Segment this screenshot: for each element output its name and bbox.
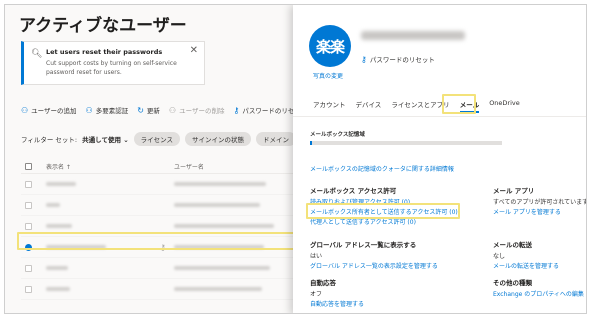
panel-tabs: アカウント デバイス ライセンスとアプリ メール OneDrive [313, 99, 520, 113]
row-checkbox[interactable] [25, 201, 32, 209]
display-name-cell [46, 182, 174, 186]
forwarding-value: なし [493, 253, 506, 260]
gal-title: グローバル アドレス一覧に表示する [310, 241, 417, 249]
panel-reset-password-button[interactable]: ⚷ パスワードのリセット [361, 54, 435, 65]
auto-reply-title: 自動応答 [310, 279, 336, 287]
delete-user-label: ユーザーの削除 [179, 107, 225, 115]
screenshot-frame: アクティブなユーザー 🔍︎ Let users reset their pass… [4, 4, 587, 314]
users-table: 表示名 ↑ ユーザー名 ⚷ [21, 160, 305, 300]
filter-pill-signin[interactable]: サインインの状態 [185, 132, 252, 146]
banner-description: Cut support costs by turning on self-ser… [46, 60, 177, 76]
person-add-icon: ⚇ [21, 105, 29, 115]
row-checkbox[interactable] [25, 180, 32, 188]
mailbox-storage-label: メールボックス記憶域 [310, 132, 365, 138]
mail-apps-title: メール アプリ [493, 187, 535, 195]
table-row[interactable] [21, 279, 305, 300]
display-name-cell [46, 266, 174, 270]
mailbox-storage-fill [310, 141, 312, 145]
banner-title[interactable]: Let users reset their passwords [46, 48, 162, 56]
add-user-label: ユーザーの追加 [31, 107, 77, 115]
mfa-button[interactable]: ⚇ 多要素認証 [86, 104, 129, 116]
display-name-cell [46, 287, 174, 291]
row-checkbox[interactable] [25, 222, 32, 230]
selected-user-highlight [17, 232, 309, 250]
row-checkbox[interactable] [25, 285, 32, 293]
column-display-name[interactable]: 表示名 ↑ [46, 162, 174, 171]
tab-devices[interactable]: デバイス [356, 99, 382, 113]
key-icon: ⚷ [233, 105, 240, 115]
table-row[interactable] [21, 195, 305, 216]
table-header: 表示名 ↑ ユーザー名 [21, 160, 305, 174]
manage-mail-apps-link[interactable]: メール アプリを管理する [493, 207, 561, 216]
filter-set-dropdown[interactable]: 共通して使用 ⌄ [82, 134, 129, 144]
filter-set-value: 共通して使用 [82, 136, 121, 144]
auto-reply-value: オフ [310, 291, 323, 298]
mailbox-storage-bar [310, 141, 502, 145]
mfa-label: 多要素認証 [95, 107, 129, 115]
active-users-page: アクティブなユーザー 🔍︎ Let users reset their pass… [5, 5, 329, 313]
refresh-button[interactable]: ↻ 更新 [137, 104, 160, 116]
display-name-cell [46, 224, 174, 228]
filter-pill-license[interactable]: ライセンス [133, 132, 181, 146]
username-cell [174, 203, 305, 207]
chevron-down-icon: ⌄ [123, 136, 129, 144]
mail-tab-highlight [442, 94, 476, 114]
panel-reset-password-label: パスワードのリセット [369, 56, 435, 64]
row-checkbox[interactable] [25, 264, 32, 272]
tab-licenses-apps[interactable]: ライセンスとアプリ [391, 99, 449, 113]
display-name-cell [46, 203, 174, 207]
username-cell [174, 266, 305, 270]
table-row[interactable] [21, 174, 305, 195]
username-cell [174, 182, 305, 186]
tab-account[interactable]: アカウント [313, 99, 346, 113]
password-reset-banner: 🔍︎ Let users reset their passwords Cut s… [21, 41, 205, 85]
storage-quota-link[interactable]: メールボックスの記憶域のクォータに関する詳細情報 [310, 164, 454, 173]
exchange-properties-link[interactable]: Exchange のプロパティへの編集 [493, 289, 584, 298]
column-username[interactable]: ユーザー名 [174, 162, 305, 171]
refresh-label: 更新 [146, 107, 160, 115]
mailbox-permissions-title: メールボックス アクセス許可 [310, 187, 397, 195]
delete-user-button[interactable]: ⚇ ユーザーの削除 [169, 104, 225, 116]
username-cell [174, 287, 305, 291]
search-icon: 🔍︎ [31, 49, 43, 59]
person-lock-icon: ⚇ [85, 105, 93, 115]
page-title: アクティブなユーザー [19, 16, 187, 36]
mail-apps-value: すべてのアプリが許可されています [493, 199, 587, 206]
other-title: その他の種類 [493, 279, 532, 287]
send-as-highlight [306, 203, 460, 219]
gal-value: はい [310, 253, 323, 260]
filter-bar: フィルター セット: 共通して使用 ⌄ ライセンス サインインの状態 ドメイン … [21, 132, 329, 146]
command-bar: ⚇ ユーザーの追加 ⚇ 多要素認証 ↻ 更新 ⚇ ユーザーの削除 ⚷ パスワード… [21, 104, 307, 116]
user-display-name-redacted [361, 31, 465, 40]
person-delete-icon: ⚇ [168, 105, 177, 115]
tab-onedrive[interactable]: OneDrive [489, 99, 520, 113]
forwarding-title: メールの転送 [493, 241, 532, 249]
tab-divider [293, 116, 586, 117]
manage-forwarding-link[interactable]: メールの転送を管理する [493, 261, 559, 270]
refresh-icon: ↻ [137, 105, 144, 115]
user-detail-panel: 楽楽 写真の変更 ⚷ パスワードのリセット アカウント デバイス ライセンスとア… [293, 5, 587, 313]
filter-pill-domain[interactable]: ドメイン [256, 132, 297, 146]
filter-set-label: フィルター セット: [21, 136, 78, 144]
manage-gal-link[interactable]: グローバル アドレス一覧の表示設定を管理する [310, 261, 438, 270]
select-all-checkbox[interactable] [25, 163, 32, 170]
change-photo-link[interactable]: 写真の変更 [313, 71, 343, 80]
add-user-button[interactable]: ⚇ ユーザーの追加 [21, 104, 77, 116]
close-icon[interactable]: ✕ [190, 45, 198, 56]
manage-auto-reply-link[interactable]: 自動応答を管理する [310, 299, 364, 308]
table-row[interactable] [21, 258, 305, 279]
username-cell [174, 224, 305, 228]
key-icon: ⚷ [361, 54, 367, 64]
avatar: 楽楽 [309, 25, 351, 67]
